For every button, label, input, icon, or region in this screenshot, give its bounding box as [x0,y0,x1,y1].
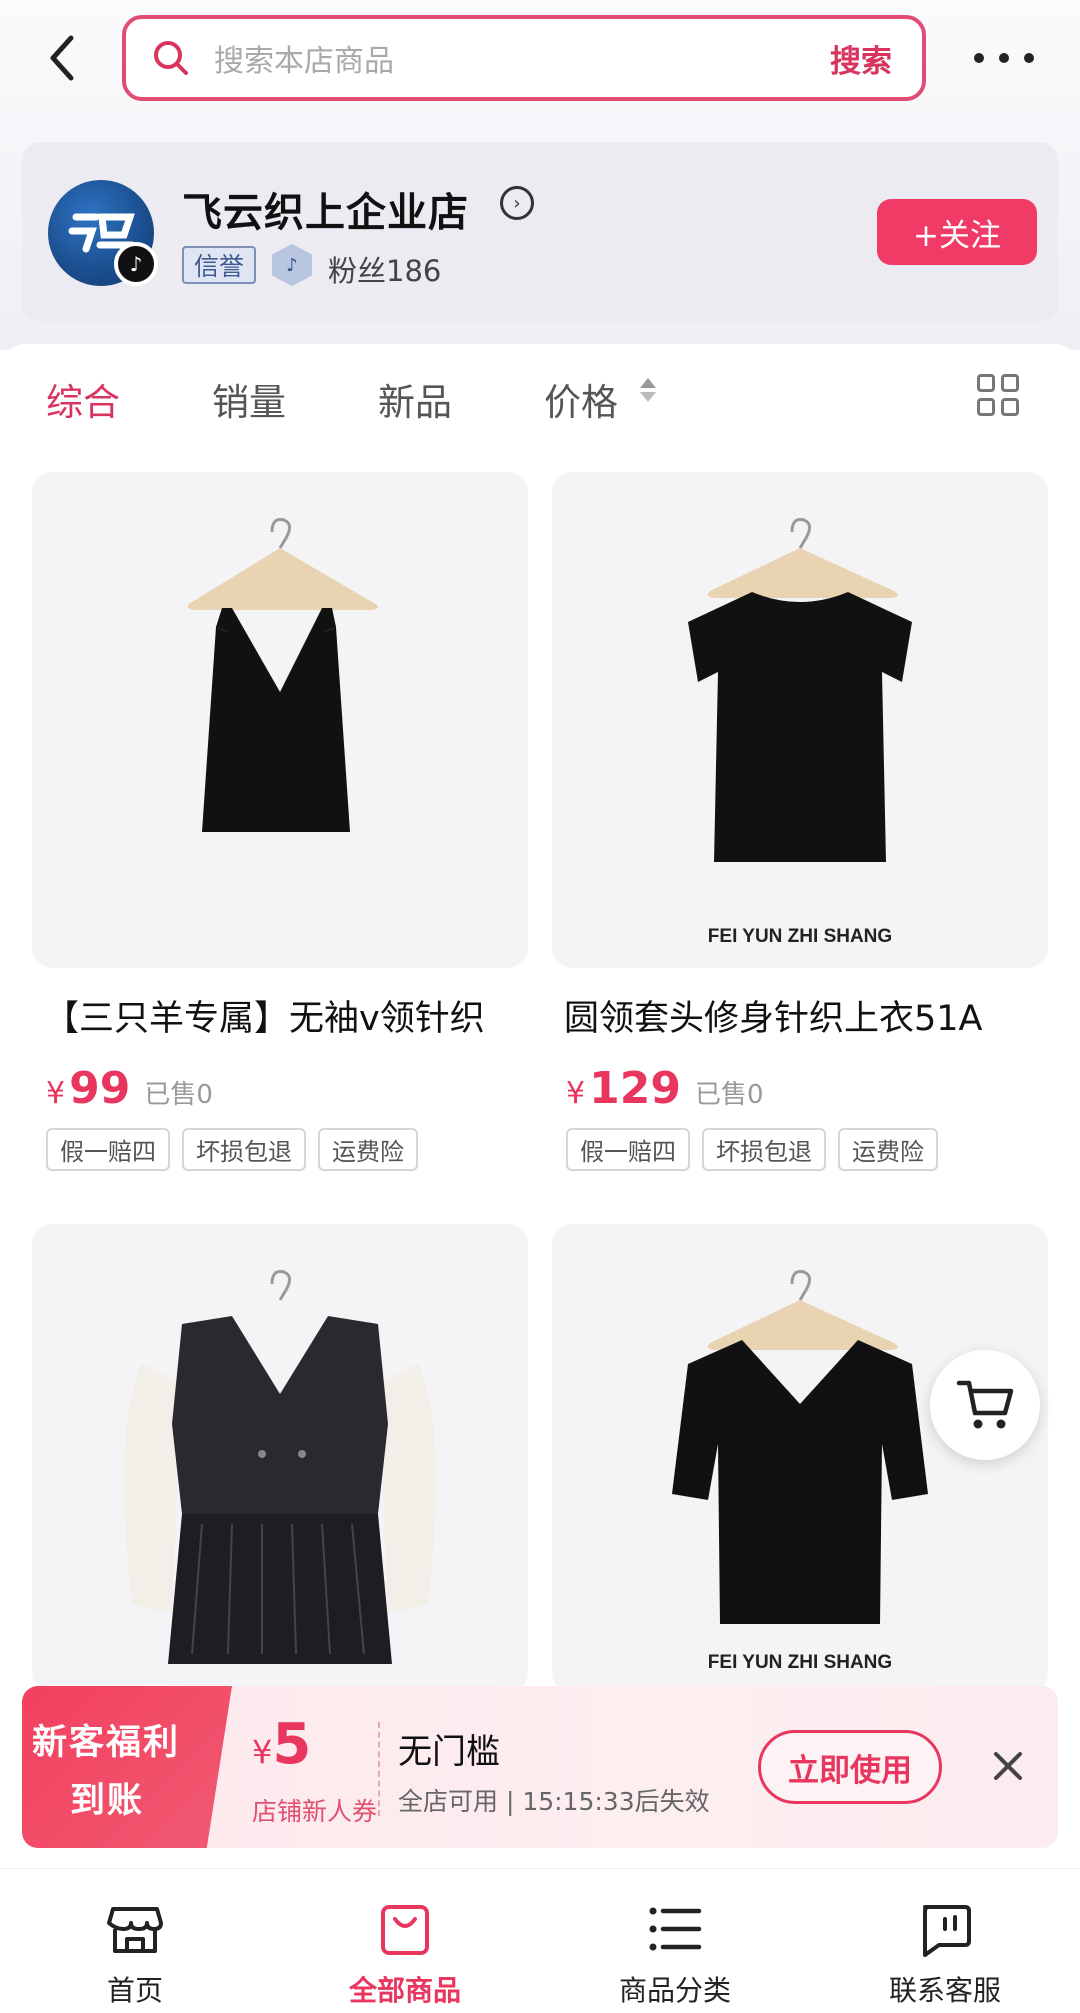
product-card[interactable] [32,1224,528,1694]
nav-categories[interactable]: 商品分类 [540,1869,810,2013]
chevron-right-icon[interactable]: › [500,186,534,220]
sold-count: 已售0 [694,1080,764,1110]
tab-price[interactable]: 价格 [544,372,618,426]
shop-home-icon [107,1907,163,1953]
tag: 坏损包退 [182,1128,306,1171]
use-coupon-button[interactable]: 立即使用 [758,1730,942,1804]
coupon-currency: ¥ [252,1733,273,1771]
product-card[interactable]: FEI YUN ZHI SHANG 圆领套头修身针织上衣51A ¥ 129 已售… [552,472,1048,1171]
list-icon [649,1907,702,1951]
chat-icon [923,1905,971,1957]
brand-watermark: FEI YUN ZHI SHANG [707,926,893,947]
sort-bar: 综合 销量 新品 价格 [0,344,1080,454]
tag: 运费险 [318,1128,418,1171]
price-row: ¥ 99 已售0 [32,1063,528,1114]
product-image[interactable] [32,472,528,968]
product-title[interactable]: 圆领套头修身针织上衣51A [552,990,1048,1041]
search-button[interactable]: 搜索 [830,36,892,81]
nav-label: 联系客服 [888,1974,1001,2007]
search-box[interactable]: 搜索本店商品 搜索 [122,15,926,101]
nav-label: 首页 [106,1974,163,2007]
credit-badge: 信誉 [182,246,257,284]
product-image[interactable] [32,1224,528,1694]
tag: 坏损包退 [702,1128,826,1171]
coupon-subtitle: 店铺新人券 [252,1797,378,1826]
badge-line2: 到账 [70,1781,145,1821]
product-title[interactable]: 【三只羊专属】无袖v领针织 [32,990,528,1041]
coupon-divider [378,1722,380,1816]
coupon-desc: 全店可用 | 15:15:33后失效 [398,1787,710,1816]
search-icon [152,38,192,78]
cart-icon [956,1380,1014,1429]
coupon-amount: ¥5 [252,1712,311,1777]
coupon-value: 5 [272,1712,312,1777]
tab-new[interactable]: 新品 [378,372,452,426]
tag: 运费险 [838,1128,938,1171]
coupon-title: 无门槛 [398,1732,500,1772]
sort-arrows-icon[interactable] [640,378,656,410]
cart-button[interactable] [930,1350,1040,1460]
product-tags: 假一赔四 坏损包退 运费险 [552,1128,1048,1171]
nav-customer-service[interactable]: 联系客服 [810,1869,1080,2013]
product-price: 99 [69,1063,131,1114]
product-image[interactable]: FEI YUN ZHI SHANG [552,472,1048,968]
back-arrow-icon [50,35,74,81]
grid-view-icon[interactable] [977,374,1019,416]
header: 搜索本店商品 搜索 [0,0,1080,120]
back-button[interactable] [36,26,86,90]
fans-count: 粉丝186 [328,254,442,288]
new-customer-badge: 新客福利 到账 [22,1686,232,1848]
bottom-nav: 首页 全部商品 商品分类 联系客服 [0,1868,1080,2013]
brand-watermark: FEI YUN ZHI SHANG [707,1652,893,1673]
shop-info-card: ♪ 飞云织上企业店 › 信誉 ♪ 粉丝186 +关注 [22,142,1058,322]
currency-symbol: ¥ [46,1076,66,1111]
nav-label: 商品分类 [618,1974,731,2007]
douyin-icon: ♪ [114,242,158,286]
tag: 假一赔四 [566,1128,690,1171]
more-options-icon[interactable] [974,40,1034,76]
tab-comprehensive[interactable]: 综合 [46,372,120,426]
badge-line1: 新客福利 [32,1723,181,1763]
shopping-bag-icon [381,1905,429,1955]
product-tags: 假一赔四 坏损包退 运费险 [32,1128,528,1171]
nav-label: 全部商品 [348,1974,461,2007]
close-icon[interactable] [988,1746,1028,1786]
search-input[interactable]: 搜索本店商品 [214,36,830,80]
currency-symbol: ¥ [566,1076,586,1111]
price-row: ¥ 129 已售0 [552,1063,1048,1114]
tag: 假一赔四 [46,1128,170,1171]
shop-name[interactable]: 飞云织上企业店 [182,180,469,238]
tab-sales[interactable]: 销量 [212,372,286,426]
product-price: 129 [589,1063,681,1114]
nav-home[interactable]: 首页 [0,1869,270,2013]
sold-count: 已售0 [144,1080,213,1110]
level-badge-icon: ♪ [272,244,312,286]
coupon-banner[interactable]: 新客福利 到账 ¥5 店铺新人券 无门槛 全店可用 | 15:15:33后失效 … [22,1686,1058,1848]
follow-button[interactable]: +关注 [877,199,1037,265]
product-card[interactable]: 【三只羊专属】无袖v领针织 ¥ 99 已售0 假一赔四 坏损包退 运费险 [32,472,528,1171]
nav-all-products[interactable]: 全部商品 [270,1869,540,2013]
